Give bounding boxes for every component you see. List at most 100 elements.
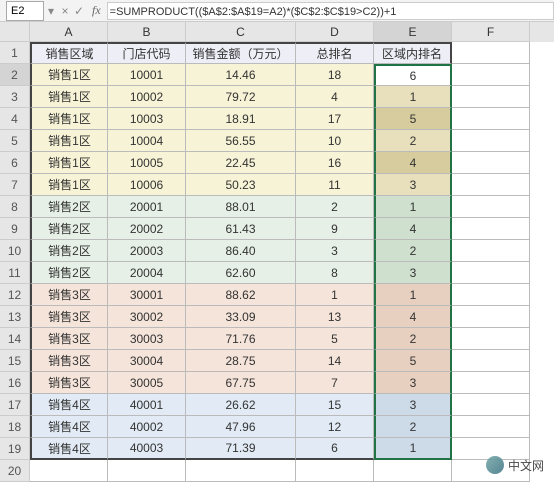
col-header-C[interactable]: C [186, 22, 296, 42]
cell-D7[interactable]: 11 [296, 174, 374, 196]
cell-E10[interactable]: 2 [374, 240, 452, 262]
cell-C5[interactable]: 56.55 [186, 130, 296, 152]
cell-B17[interactable]: 40001 [108, 394, 186, 416]
cell-C1[interactable]: 销售金额（万元） [186, 42, 296, 64]
cell-D3[interactable]: 4 [296, 86, 374, 108]
cell-D5[interactable]: 10 [296, 130, 374, 152]
row-header[interactable]: 17 [0, 394, 30, 416]
cell-B2[interactable]: 10001 [108, 64, 186, 86]
cell-A11[interactable]: 销售2区 [30, 262, 108, 284]
row-header[interactable]: 9 [0, 218, 30, 240]
row-header[interactable]: 14 [0, 328, 30, 350]
row-header[interactable]: 5 [0, 130, 30, 152]
cell-A3[interactable]: 销售1区 [30, 86, 108, 108]
row-header[interactable]: 3 [0, 86, 30, 108]
cell-A5[interactable]: 销售1区 [30, 130, 108, 152]
cell-A14[interactable]: 销售3区 [30, 328, 108, 350]
cell-E5[interactable]: 2 [374, 130, 452, 152]
cell-C6[interactable]: 22.45 [186, 152, 296, 174]
cell-F8[interactable] [452, 196, 530, 218]
cell[interactable] [374, 460, 452, 482]
cell-C9[interactable]: 61.43 [186, 218, 296, 240]
cell-F10[interactable] [452, 240, 530, 262]
cell-E13[interactable]: 4 [374, 306, 452, 328]
cell-E11[interactable]: 3 [374, 262, 452, 284]
row-header[interactable]: 18 [0, 416, 30, 438]
cell-E2[interactable]: 6 [374, 64, 452, 86]
cell-F6[interactable] [452, 152, 530, 174]
cell-B4[interactable]: 10003 [108, 108, 186, 130]
cell-B9[interactable]: 20002 [108, 218, 186, 240]
cell-F13[interactable] [452, 306, 530, 328]
cell-D19[interactable]: 6 [296, 438, 374, 460]
cell-F12[interactable] [452, 284, 530, 306]
cell-C12[interactable]: 88.62 [186, 284, 296, 306]
cell-C13[interactable]: 33.09 [186, 306, 296, 328]
cell-A16[interactable]: 销售3区 [30, 372, 108, 394]
col-header-F[interactable]: F [452, 22, 530, 42]
cell-F3[interactable] [452, 86, 530, 108]
cell-A9[interactable]: 销售2区 [30, 218, 108, 240]
cell-C4[interactable]: 18.91 [186, 108, 296, 130]
cell-B13[interactable]: 30002 [108, 306, 186, 328]
cell-E14[interactable]: 2 [374, 328, 452, 350]
cell-D1[interactable]: 总排名 [296, 42, 374, 64]
cell-C2[interactable]: 14.46 [186, 64, 296, 86]
row-header[interactable]: 2 [0, 64, 30, 86]
cell-B14[interactable]: 30003 [108, 328, 186, 350]
row-header[interactable]: 10 [0, 240, 30, 262]
cell-E7[interactable]: 3 [374, 174, 452, 196]
cell-A17[interactable]: 销售4区 [30, 394, 108, 416]
cell-D6[interactable]: 16 [296, 152, 374, 174]
cell-C14[interactable]: 71.76 [186, 328, 296, 350]
cell-E6[interactable]: 4 [374, 152, 452, 174]
col-header-A[interactable]: A [30, 22, 108, 42]
cell-A13[interactable]: 销售3区 [30, 306, 108, 328]
cell-D18[interactable]: 12 [296, 416, 374, 438]
row-header[interactable]: 4 [0, 108, 30, 130]
row-header[interactable]: 7 [0, 174, 30, 196]
cell-E19[interactable]: 1 [374, 438, 452, 460]
cell-E15[interactable]: 5 [374, 350, 452, 372]
cell-B19[interactable]: 40003 [108, 438, 186, 460]
cell-F17[interactable] [452, 394, 530, 416]
cell-A2[interactable]: 销售1区 [30, 64, 108, 86]
cell-D16[interactable]: 7 [296, 372, 374, 394]
cell-D13[interactable]: 13 [296, 306, 374, 328]
dropdown-icon[interactable]: ▾ [44, 4, 58, 18]
cell-E8[interactable]: 1 [374, 196, 452, 218]
cell-B7[interactable]: 10006 [108, 174, 186, 196]
cell-E1[interactable]: 区域内排名 [374, 42, 452, 64]
cell-B10[interactable]: 20003 [108, 240, 186, 262]
cell-B8[interactable]: 20001 [108, 196, 186, 218]
cell-B18[interactable]: 40002 [108, 416, 186, 438]
row-header[interactable]: 11 [0, 262, 30, 284]
cell-B12[interactable]: 30001 [108, 284, 186, 306]
cell[interactable] [108, 460, 186, 482]
cell-D14[interactable]: 5 [296, 328, 374, 350]
cell-C8[interactable]: 88.01 [186, 196, 296, 218]
formula-input[interactable]: =SUMPRODUCT(($A$2:$A$19=A2)*($C$2:$C$19>… [107, 2, 554, 20]
cell-C7[interactable]: 50.23 [186, 174, 296, 196]
cell-E9[interactable]: 4 [374, 218, 452, 240]
cell[interactable] [296, 460, 374, 482]
cell-C15[interactable]: 28.75 [186, 350, 296, 372]
cell-D10[interactable]: 3 [296, 240, 374, 262]
cell-A18[interactable]: 销售4区 [30, 416, 108, 438]
cell-C10[interactable]: 86.40 [186, 240, 296, 262]
col-header-D[interactable]: D [296, 22, 374, 42]
cell-D12[interactable]: 1 [296, 284, 374, 306]
row-header[interactable]: 20 [0, 460, 30, 482]
cell-C18[interactable]: 47.96 [186, 416, 296, 438]
cell-F15[interactable] [452, 350, 530, 372]
cell-B11[interactable]: 20004 [108, 262, 186, 284]
cell-F1[interactable] [452, 42, 530, 64]
cell-D8[interactable]: 2 [296, 196, 374, 218]
cell-C11[interactable]: 62.60 [186, 262, 296, 284]
row-header[interactable]: 1 [0, 42, 30, 64]
cell-E3[interactable]: 1 [374, 86, 452, 108]
cell-B1[interactable]: 门店代码 [108, 42, 186, 64]
cell-C17[interactable]: 26.62 [186, 394, 296, 416]
cell-F14[interactable] [452, 328, 530, 350]
cell-D4[interactable]: 17 [296, 108, 374, 130]
